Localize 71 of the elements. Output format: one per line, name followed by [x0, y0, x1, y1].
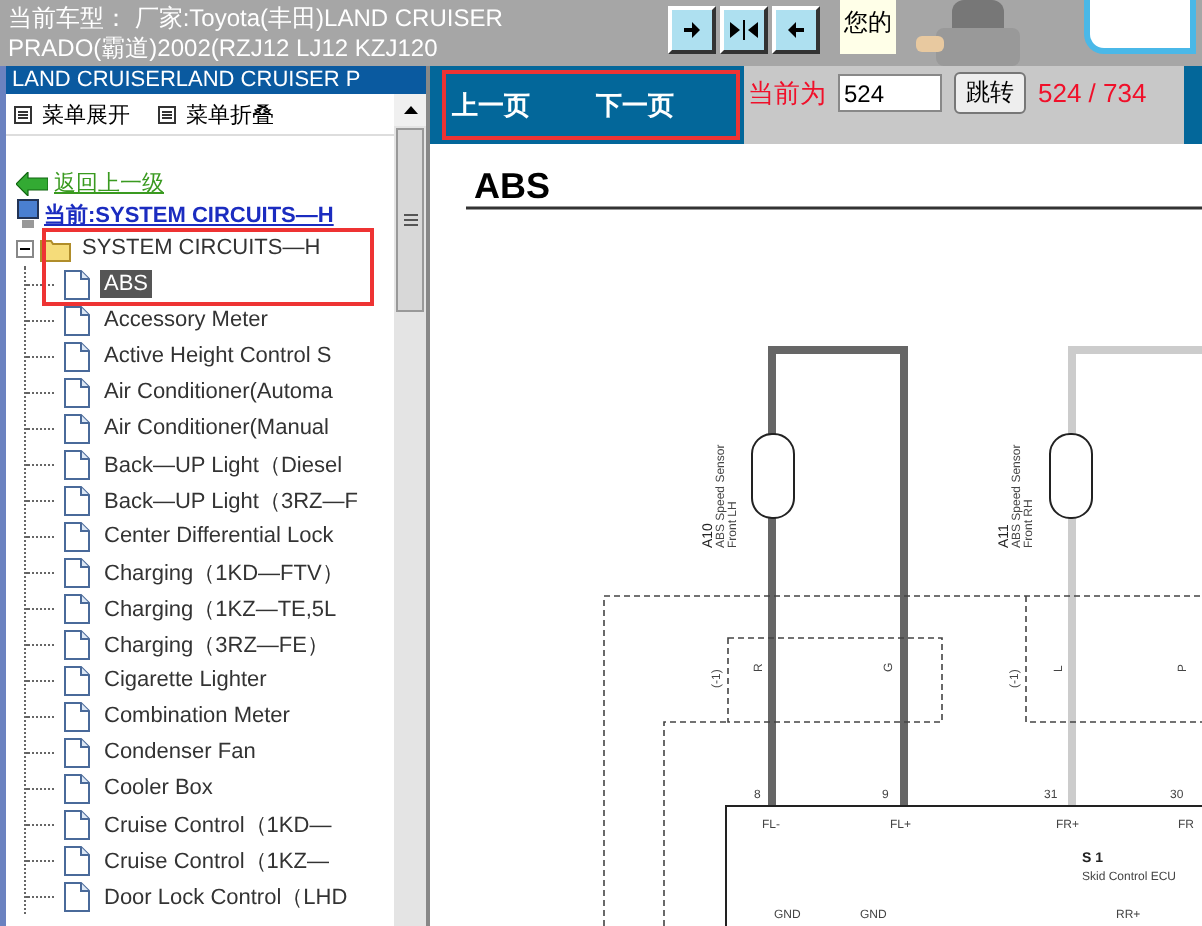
document-icon — [64, 665, 90, 695]
menu-toggle-link[interactable]: 菜单折叠 — [158, 99, 274, 129]
tree-item[interactable]: Cruise Control（1KZ— — [100, 843, 333, 877]
document-icon — [64, 557, 90, 587]
sensor-symbol — [751, 433, 795, 519]
greeting-text: 您的 — [840, 0, 896, 54]
document-icon — [64, 701, 90, 731]
tree-item[interactable]: Air Conditioner(Automa — [100, 378, 337, 406]
document-icon — [64, 269, 90, 299]
tree-item[interactable]: Charging（1KD—FTV） — [100, 555, 348, 589]
tree-item[interactable]: Condenser Fan — [100, 738, 260, 766]
list-icon — [14, 105, 32, 123]
current-page-label: 当前为 — [748, 75, 826, 111]
tree-item[interactable]: Cooler Box — [100, 774, 217, 802]
tree-item[interactable]: Combination Meter — [100, 702, 294, 730]
grip-icon — [403, 214, 417, 226]
tree-item[interactable]: Back—UP Light（Diesel — [100, 447, 347, 481]
previous-page-link[interactable]: 上一页 — [452, 87, 530, 123]
tree-item[interactable]: Air Conditioner(Manual — [100, 414, 333, 442]
document-icon — [64, 485, 90, 515]
tree-item[interactable]: Cigarette Lighter — [100, 666, 271, 694]
vehicle-info: PRADO(霸道)2002(RZJ12 LJ12 KZJ120 — [8, 34, 440, 64]
document-icon — [64, 773, 90, 803]
tree-item[interactable]: Charging（3RZ—FE） — [100, 627, 333, 661]
document-icon — [64, 629, 90, 659]
document-icon — [64, 809, 90, 839]
vehicle-info: 当前车型： 厂家:Toyota(丰田)LAND CRUISER — [8, 4, 505, 34]
page-input[interactable]: 524 — [838, 74, 942, 112]
scrollbar[interactable] — [394, 94, 426, 926]
next-page-link[interactable]: 下一页 — [596, 87, 674, 123]
menu-toggle-link[interactable]: 菜单展开 — [14, 99, 130, 129]
sidebar-header: LAND CRUISERLAND CRUISER P — [6, 66, 426, 94]
tree-item[interactable]: ABS — [100, 270, 153, 298]
document-icon — [64, 413, 90, 443]
caret-up-icon — [403, 106, 417, 114]
document-icon — [64, 881, 90, 911]
page-count: 524 / 734 — [1038, 78, 1147, 108]
tree-item[interactable]: Accessory Meter — [100, 306, 272, 334]
tree-item[interactable]: Door Lock Control（LHD — [100, 879, 352, 913]
collapse-left-button[interactable] — [668, 6, 716, 54]
arrow-left-icon — [16, 171, 48, 195]
document-icon — [64, 377, 90, 407]
document-title: ABS — [474, 166, 551, 206]
arrow-left-icon — [786, 18, 806, 42]
back-link[interactable]: 返回上一级 — [54, 168, 164, 198]
tree-item[interactable]: Active Height Control S — [100, 342, 336, 370]
tree-item[interactable]: Charging（1KZ—TE,5L — [100, 591, 341, 625]
computer-icon — [16, 198, 40, 230]
document-icon — [64, 737, 90, 767]
document-icon — [64, 341, 90, 371]
document-icon — [64, 845, 90, 875]
document-icon — [64, 305, 90, 335]
current-path: 当前:SYSTEM CIRCUITS—H — [44, 201, 334, 229]
scroll-thumb[interactable] — [396, 128, 424, 312]
document-icon — [64, 593, 90, 623]
sensor-symbol — [1049, 433, 1093, 519]
arrow-right-icon — [682, 18, 702, 42]
tree-item[interactable]: SYSTEM CIRCUITS—H — [78, 234, 325, 262]
collapse-icon[interactable] — [16, 239, 34, 257]
document-icon — [64, 449, 90, 479]
collapse-right-button[interactable] — [772, 6, 820, 54]
tree-item[interactable]: Back—UP Light（3RZ—F — [100, 483, 362, 517]
tree-item[interactable]: Center Differential Lock — [100, 522, 338, 550]
arrows-inward-icon — [730, 18, 758, 42]
list-icon — [158, 105, 176, 123]
speech-bubble — [1084, 0, 1196, 54]
go-button[interactable]: 跳转 — [954, 72, 1026, 114]
tree-item[interactable]: Cruise Control（1KD— — [100, 807, 336, 841]
scroll-up-button[interactable] — [394, 94, 426, 126]
document-icon — [64, 521, 90, 551]
split-view-button[interactable] — [720, 6, 768, 54]
